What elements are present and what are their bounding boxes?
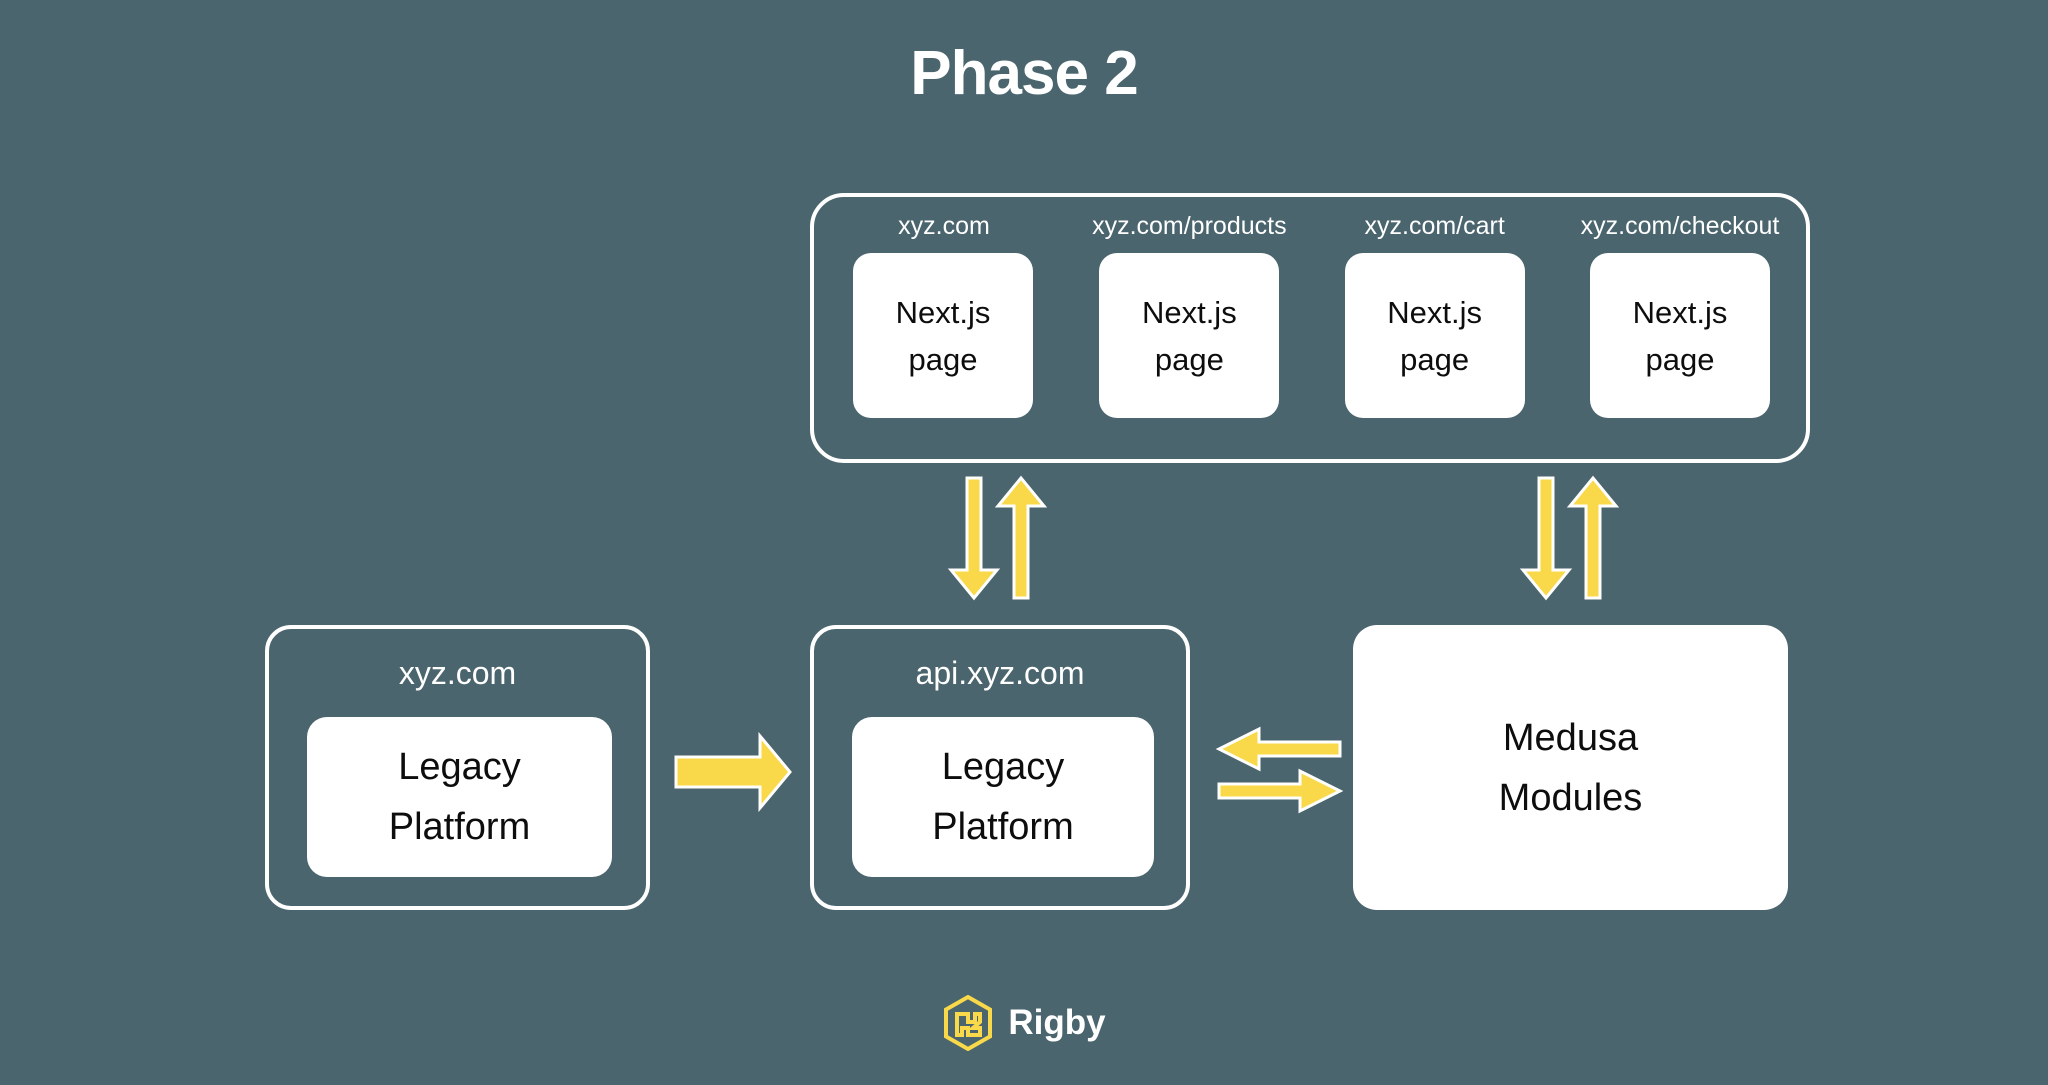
page-url-label: xyz.com/products: [1092, 212, 1287, 240]
card-line-1: Legacy: [941, 746, 1065, 788]
arrow-api-to-medusa-right: [1217, 768, 1344, 814]
nextjs-page-card[interactable]: Next.js page: [853, 253, 1033, 418]
card-line-1: Next.js: [1632, 294, 1728, 330]
arrow-medusa-to-api-left: [1215, 726, 1342, 772]
page-url-label: xyz.com: [898, 212, 990, 240]
page-url-label: xyz.com/cart: [1364, 212, 1505, 240]
card-line-1: Medusa: [1502, 716, 1639, 759]
arrow-legacy-to-api-right: [674, 731, 792, 813]
arrow-api-to-pages-up: [994, 475, 1048, 600]
arrow-pages-to-medusa-down: [1519, 476, 1573, 601]
page-group-home: xyz.com Next.js page: [828, 211, 1060, 418]
nextjs-pages-row: xyz.com Next.js page xyz.com/products Ne…: [828, 211, 1796, 437]
card-line-1: Next.js: [895, 294, 991, 330]
page-group-checkout: xyz.com/checkout Next.js page: [1564, 211, 1796, 418]
page-group-products: xyz.com/products Next.js page: [1073, 211, 1305, 418]
connection-arrows: [674, 475, 1620, 814]
medusa-modules-card[interactable]: Medusa Modules: [1353, 625, 1788, 910]
card-line-2: page: [1154, 341, 1224, 377]
card-line-2: page: [1645, 341, 1715, 377]
card-line-2: Platform: [388, 806, 531, 848]
nextjs-pages-panel: xyz.com Next.js page xyz.com/products Ne…: [810, 193, 1810, 463]
legacy-storefront-box: xyz.com Legacy Platform: [265, 625, 650, 910]
arrow-medusa-to-pages-up: [1566, 475, 1620, 600]
api-legacy-platform-box: api.xyz.com Legacy Platform: [810, 625, 1190, 910]
card-line-1: Next.js: [1141, 294, 1237, 330]
page-title: Phase 2: [910, 39, 1138, 108]
nextjs-page-card[interactable]: Next.js page: [1589, 253, 1770, 418]
card-line-2: page: [908, 341, 978, 377]
card-line-2: Platform: [932, 806, 1074, 848]
legacy-platform-card[interactable]: Legacy Platform: [852, 717, 1154, 877]
rigby-hexagon-logo-icon: [944, 995, 993, 1051]
brand-wordmark: Rigby: [1008, 1003, 1106, 1042]
nextjs-page-card[interactable]: Next.js page: [1099, 253, 1280, 418]
nextjs-page-card[interactable]: Next.js page: [1344, 253, 1525, 418]
card-line-2: Modules: [1498, 776, 1643, 819]
legacy-platform-card[interactable]: Legacy Platform: [307, 717, 612, 877]
box-domain-label: xyz.com: [398, 655, 517, 691]
arrow-pages-to-api-down: [947, 476, 1001, 601]
diagram-canvas: Phase 2 xyz.com Next.js page xyz.com/pro…: [0, 0, 2048, 1085]
footer-brand: Rigby: [0, 995, 2048, 1051]
card-line-1: Legacy: [398, 746, 521, 788]
card-line-1: Next.js: [1387, 294, 1483, 330]
page-url-label: xyz.com/checkout: [1580, 212, 1780, 240]
page-group-cart: xyz.com/cart Next.js page: [1319, 211, 1551, 418]
card-line-2: page: [1400, 341, 1470, 377]
box-domain-label: api.xyz.com: [915, 655, 1085, 691]
